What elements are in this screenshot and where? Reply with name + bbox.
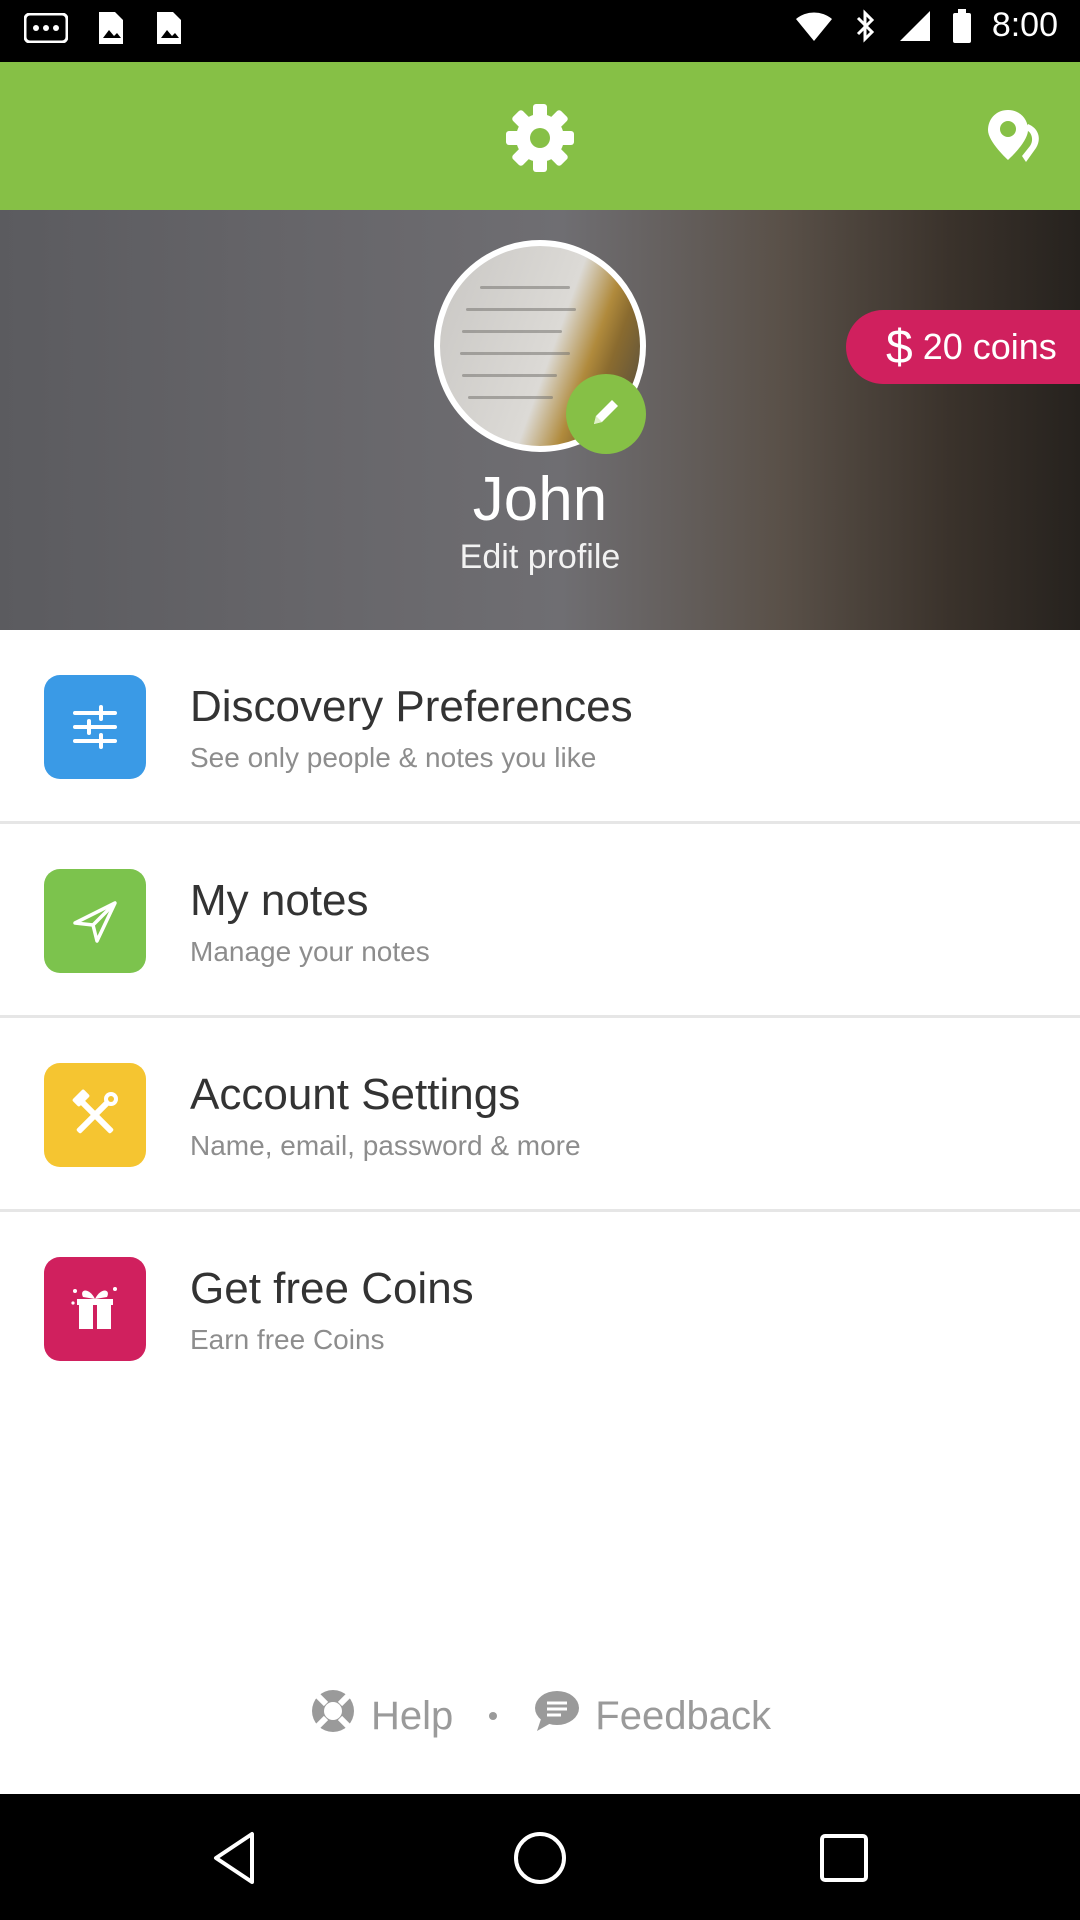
gear-icon[interactable]: [500, 98, 580, 178]
gift-icon: [44, 1257, 146, 1361]
wifi-icon: [794, 9, 834, 43]
settings-menu: Discovery Preferences See only people & …: [0, 630, 1080, 1403]
recents-icon[interactable]: [814, 1828, 874, 1888]
dollar-icon: $: [886, 320, 913, 374]
menu-item-title: Get free Coins: [190, 1264, 474, 1313]
more-icon: [24, 13, 68, 43]
lifebuoy-icon: [309, 1687, 357, 1745]
menu-item-title: Account Settings: [190, 1070, 521, 1119]
menu-item-account-settings[interactable]: Account Settings Name, email, password &…: [0, 1018, 1080, 1212]
menu-item-subtitle: Earn free Coins: [190, 1324, 385, 1355]
menu-item-title: My notes: [190, 876, 369, 925]
paper-plane-icon: [44, 869, 146, 973]
image-icon: [96, 10, 126, 46]
coins-label: 20 coins: [922, 326, 1057, 367]
chat-bubble-icon: [533, 1689, 581, 1743]
menu-item-subtitle: Name, email, password & more: [190, 1130, 581, 1161]
help-label: Help: [371, 1693, 454, 1738]
feedback-label: Feedback: [595, 1693, 771, 1738]
menu-item-discovery-preferences[interactable]: Discovery Preferences See only people & …: [0, 630, 1080, 824]
status-left-icons: [24, 10, 184, 46]
bluetooth-icon: [854, 8, 878, 44]
help-link[interactable]: Help: [309, 1687, 453, 1745]
status-bar: 8:00: [0, 0, 1080, 62]
sliders-icon: [44, 675, 146, 779]
system-navigation-bar: [0, 1794, 1080, 1920]
signal-icon: [898, 9, 932, 43]
profile-header: John Edit profile $ 20 coins: [0, 210, 1080, 630]
menu-item-title: Discovery Preferences: [190, 682, 633, 731]
status-right-icons: 8:00: [794, 6, 1058, 45]
pencil-icon: [586, 392, 626, 437]
edit-avatar-button[interactable]: [566, 374, 646, 454]
image-icon: [154, 10, 184, 46]
footer-links: Help Feedback: [0, 1686, 1080, 1746]
back-icon[interactable]: [206, 1828, 266, 1888]
feedback-link[interactable]: Feedback: [533, 1689, 771, 1743]
menu-item-my-notes[interactable]: My notes Manage your notes: [0, 824, 1080, 1018]
profile-name: John: [472, 465, 608, 534]
coins-badge[interactable]: $ 20 coins: [846, 310, 1080, 384]
menu-item-get-free-coins[interactable]: Get free Coins Earn free Coins: [0, 1212, 1080, 1403]
edit-profile-link[interactable]: Edit profile: [0, 538, 1080, 577]
tools-icon: [44, 1063, 146, 1167]
home-icon[interactable]: [510, 1828, 570, 1888]
clock: 8:00: [991, 6, 1058, 44]
top-bar: [0, 62, 1080, 210]
location-icon[interactable]: [984, 106, 1046, 168]
menu-item-subtitle: See only people & notes you like: [190, 742, 597, 773]
menu-item-subtitle: Manage your notes: [190, 936, 430, 967]
battery-icon: [952, 8, 972, 44]
separator-dot: [489, 1712, 498, 1720]
